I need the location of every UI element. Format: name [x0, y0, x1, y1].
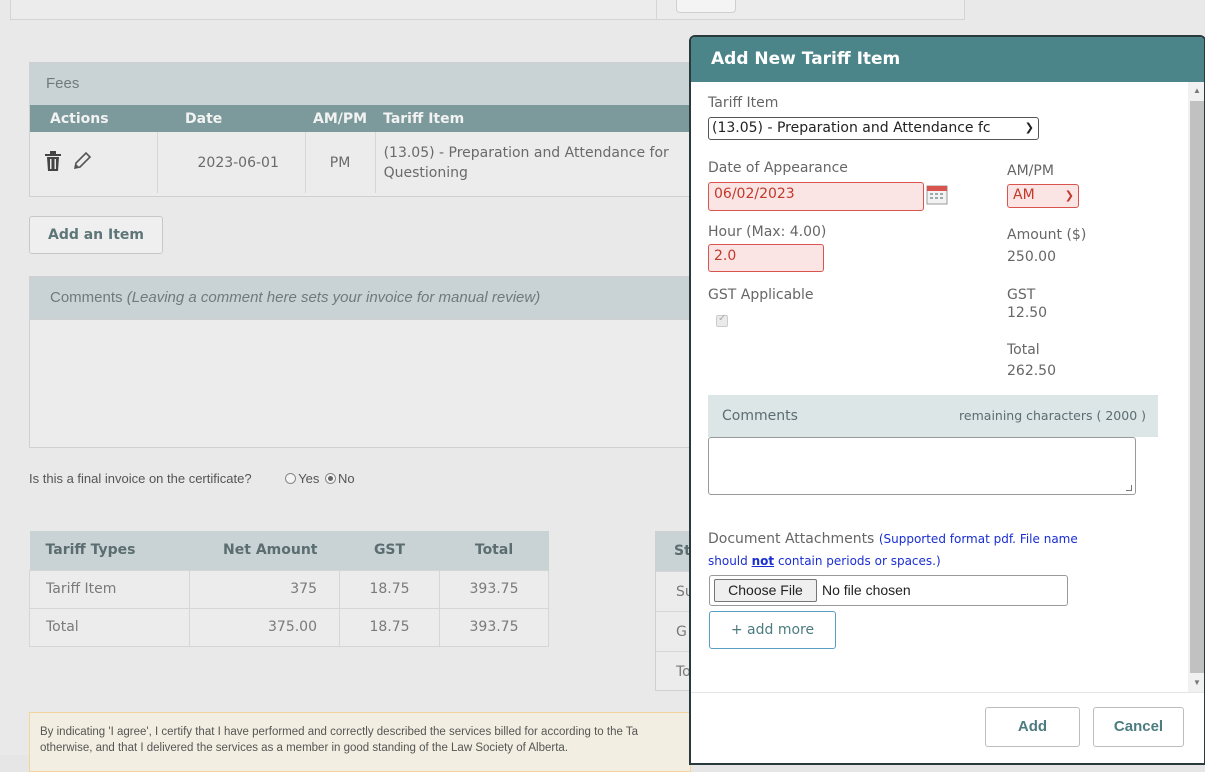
col-tariff-types: Tariff Types — [29, 531, 190, 570]
modal-scrollbar[interactable]: ▲ ▼ — [1188, 82, 1204, 692]
col-total: Total — [439, 531, 549, 570]
tariff-item-label: Tariff Item — [708, 95, 779, 111]
row-tariff-line1: (13.05) - Preparation and Attendance for — [383, 144, 669, 161]
table-row: 2023-06-01 PM (13.05) - Preparation and … — [30, 132, 708, 193]
gst-applicable-checkbox[interactable] — [716, 313, 728, 327]
comments-header: Comments (Leaving a comment here sets yo… — [30, 277, 708, 319]
table-row: Tariff Item 375 18.75 393.75 — [29, 569, 549, 609]
final-invoice-question: Is this a final invoice on the certifica… — [29, 471, 355, 486]
scroll-down-icon[interactable]: ▼ — [1193, 678, 1201, 687]
document-attachments: Document Attachments (Supported format p… — [708, 528, 1148, 572]
file-input[interactable]: Choose File No file chosen — [709, 575, 1068, 606]
fees-table-header: Actions Date AM/PM Tariff Item — [30, 105, 708, 132]
add-tariff-item-modal: Add New Tariff Item Tariff Item (13.05) … — [689, 35, 1205, 765]
chevron-down-icon: ❯ — [1024, 121, 1034, 134]
row-tariff-item: (13.05) - Preparation and Attendance for… — [375, 132, 708, 193]
add-item-button[interactable]: Add an Item — [29, 216, 163, 254]
cell-gst: 18.75 — [339, 607, 440, 647]
final-invoice-label: Is this a final invoice on the certifica… — [29, 471, 252, 486]
col-tariff-item: Tariff Item — [375, 105, 708, 132]
gst-applicable-label: GST Applicable — [708, 287, 814, 303]
cancel-button[interactable]: Cancel — [1093, 707, 1184, 747]
fees-panel: Fees Actions Date AM/PM Tariff Item 2023… — [29, 62, 709, 197]
tariff-item-select[interactable]: (13.05) - Preparation and Attendance fc … — [708, 117, 1039, 140]
remaining-characters: remaining characters ( 2000 ) — [959, 408, 1146, 423]
col-date: Date — [157, 105, 305, 132]
row-tariff-line2: Questioning — [383, 164, 468, 181]
fees-table: Actions Date AM/PM Tariff Item 2023-06-0… — [30, 105, 708, 193]
total-value: 262.50 — [1007, 363, 1056, 379]
modal-footer: Add Cancel — [691, 692, 1204, 763]
top-panel-divider — [656, 0, 657, 20]
amount-label: Amount ($) — [1007, 227, 1087, 243]
gst-label: GST — [1007, 287, 1036, 303]
add-button[interactable]: Add — [985, 707, 1080, 747]
comments-textarea[interactable] — [30, 319, 708, 447]
total-label: Total — [1007, 342, 1040, 358]
scroll-thumb[interactable] — [1190, 101, 1204, 673]
ampm-value: AM — [1013, 187, 1035, 203]
cell-gst: 18.75 — [339, 569, 440, 609]
fees-title: Fees — [30, 63, 708, 105]
date-of-appearance-label: Date of Appearance — [708, 160, 848, 176]
col-actions: Actions — [30, 105, 157, 132]
modal-comments-label: Comments — [722, 408, 798, 424]
col-gst: GST — [339, 531, 440, 570]
modal-title: Add New Tariff Item — [691, 37, 1204, 82]
ampm-select[interactable]: AM ❯ — [1007, 184, 1079, 208]
row-ampm: PM — [305, 132, 376, 193]
comments-label: Comments — [50, 289, 123, 306]
amount-value: 250.00 — [1007, 249, 1056, 265]
ampm-label: AM/PM — [1007, 163, 1054, 179]
comments-panel: Comments (Leaving a comment here sets yo… — [29, 276, 709, 448]
tariff-item-value: (13.05) - Preparation and Attendance fc — [712, 120, 991, 136]
hour-input[interactable]: 2.0 — [708, 244, 824, 272]
yes-radio[interactable] — [285, 473, 297, 484]
cell-net: 375 — [189, 569, 340, 609]
gst-value: 12.50 — [1007, 305, 1048, 321]
comments-note: (Leaving a comment here sets your invoic… — [126, 289, 541, 306]
hour-label: Hour (Max: 4.00) — [708, 224, 827, 240]
cell-type: Total — [29, 607, 190, 647]
col-net-amount: Net Amount — [189, 531, 340, 570]
tariff-summary-header: Tariff Types Net Amount GST Total — [29, 531, 549, 570]
no-label: No — [338, 471, 355, 486]
row-actions — [30, 132, 158, 193]
table-row: Total 375.00 18.75 393.75 — [29, 607, 549, 647]
modal-comments-bar: Comments remaining characters ( 2000 ) — [708, 395, 1158, 437]
tariff-summary-table: Tariff Types Net Amount GST Total Tariff… — [29, 531, 549, 647]
modal-body: Tariff Item (13.05) - Preparation and At… — [691, 82, 1189, 692]
agreement-notice: By indicating 'I agree', I certify that … — [29, 712, 691, 772]
calendar-icon[interactable] — [926, 183, 948, 205]
add-more-button[interactable]: + add more — [709, 611, 836, 649]
col-ampm: AM/PM — [305, 105, 376, 132]
cell-total: 393.75 — [439, 569, 549, 609]
cell-type: Tariff Item — [29, 569, 190, 609]
agreement-line2: otherwise, and that I delivered the serv… — [40, 742, 569, 754]
row-date: 2023-06-01 — [157, 132, 306, 193]
scroll-up-icon[interactable]: ▲ — [1193, 86, 1201, 95]
yes-label: Yes — [298, 471, 320, 486]
document-attachments-label: Document Attachments — [708, 531, 875, 547]
resize-handle-icon[interactable] — [1126, 485, 1132, 491]
file-status: No file chosen — [822, 582, 911, 598]
final-invoice-radios: Yes No — [283, 471, 355, 486]
date-of-appearance-input[interactable]: 06/02/2023 — [708, 182, 924, 211]
cell-total: 393.75 — [439, 607, 549, 647]
no-radio[interactable] — [325, 473, 337, 484]
trash-icon[interactable] — [44, 150, 62, 175]
top-panel-button[interactable] — [676, 0, 736, 13]
modal-comments-textarea[interactable] — [708, 437, 1136, 495]
pencil-icon[interactable] — [72, 151, 92, 175]
chevron-down-icon: ❯ — [1064, 189, 1074, 202]
agreement-line1: By indicating 'I agree', I certify that … — [40, 726, 639, 738]
cell-net: 375.00 — [189, 607, 340, 647]
top-panel — [10, 0, 965, 20]
choose-file-button[interactable]: Choose File — [714, 579, 817, 602]
